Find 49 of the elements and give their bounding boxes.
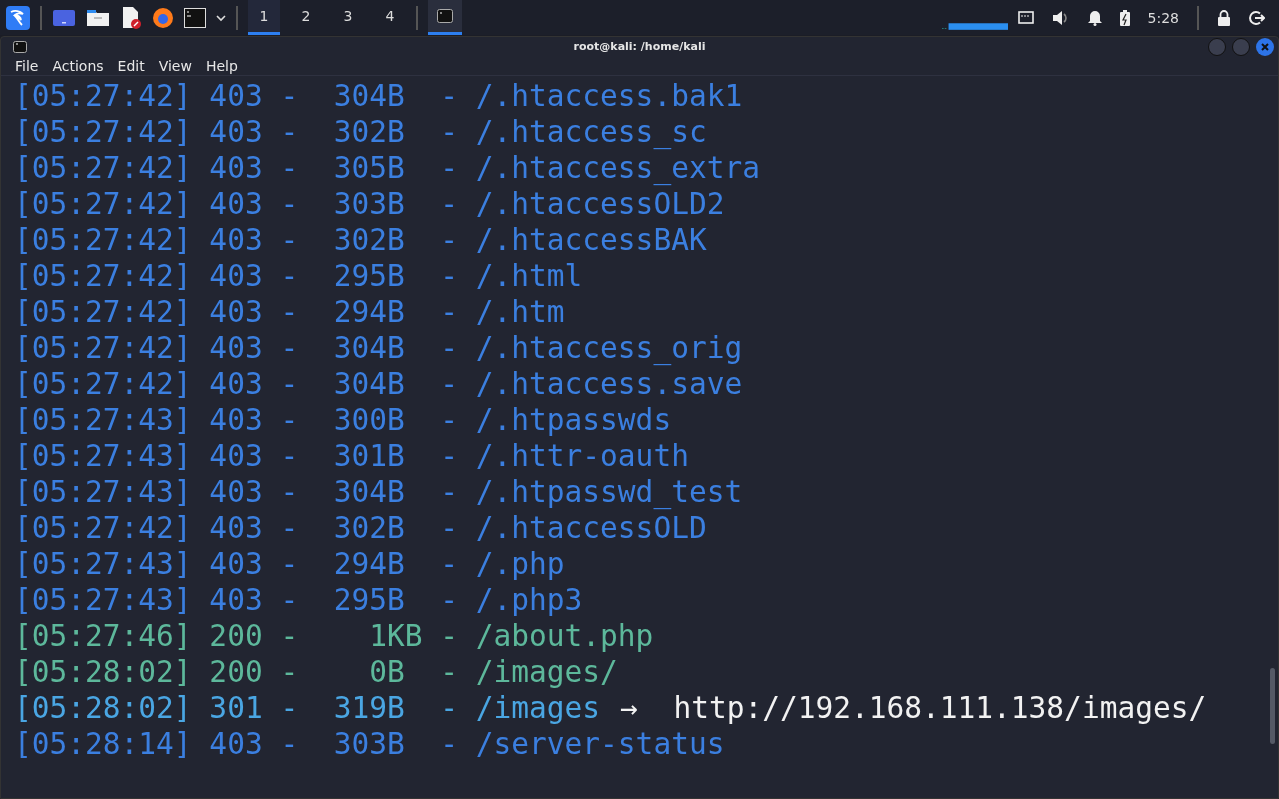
window-title: root@kali: /home/kali xyxy=(573,40,706,54)
workspace-button[interactable]: 3 xyxy=(332,0,364,35)
volume-icon[interactable] xyxy=(1051,9,1070,26)
lock-icon[interactable] xyxy=(1217,9,1231,26)
terminal-line: [05:27:42] 403 - 304B - /.htaccess_orig xyxy=(14,331,743,365)
terminal-line: [05:27:43] 403 - 295B - /.php3 xyxy=(14,583,583,617)
terminal-task-button[interactable] xyxy=(428,0,462,35)
clock[interactable]: 5:28 xyxy=(1147,9,1179,26)
desktop-icon[interactable] xyxy=(52,7,76,28)
terminal-line: [05:27:42] 403 - 302B - /.htaccessBAK xyxy=(14,223,707,257)
terminal-line: [05:28:14] 403 - 303B - /server-status xyxy=(14,727,725,761)
text-editor-icon[interactable] xyxy=(120,5,142,30)
scrollbar[interactable] xyxy=(1270,668,1275,744)
terminal-icon xyxy=(437,9,453,23)
workspace-button[interactable]: 2 xyxy=(290,0,322,35)
terminal-line: [05:27:42] 403 - 305B - /.htaccess_extra xyxy=(14,151,760,185)
terminal-line: [05:27:46] 200 - 1KB - /about.php xyxy=(14,619,654,653)
network-icon[interactable] xyxy=(1017,10,1034,25)
dragon-logo-icon[interactable] xyxy=(6,5,30,30)
logout-icon[interactable] xyxy=(1249,9,1265,26)
terminal-line: [05:28:02] 301 - 319B - /images xyxy=(14,691,601,725)
terminal-line: [05:27:42] 403 - 304B - /.htaccess.bak1 xyxy=(14,79,743,113)
terminal-line: [05:27:43] 403 - 300B - /.htpasswds xyxy=(14,403,672,437)
terminal-line: [05:27:42] 403 - 304B - /.htaccess.save xyxy=(14,367,743,401)
workspace-button[interactable]: 4 xyxy=(374,0,406,35)
chevron-down-icon[interactable] xyxy=(216,13,226,22)
battery-icon[interactable] xyxy=(1119,9,1130,26)
menu-item[interactable]: Edit xyxy=(117,57,145,74)
terminal-icon xyxy=(13,40,27,53)
terminal-line: [05:27:43] 403 - 304B - /.htpasswd_test xyxy=(14,475,743,509)
terminal-line: [05:27:43] 403 - 301B - /.httr-oauth xyxy=(14,439,689,473)
workspace-button[interactable]: 1 xyxy=(248,0,280,35)
redirect-target: → http://192.168.111.138/images/ xyxy=(620,691,1207,725)
bell-icon[interactable] xyxy=(1087,9,1102,26)
terminal-line: [05:27:42] 403 - 302B - /.htaccess_sc xyxy=(14,115,707,149)
menu-item[interactable]: View xyxy=(158,57,192,74)
terminal-line: [05:27:42] 403 - 303B - /.htaccessOLD2 xyxy=(14,187,725,221)
menu-item[interactable]: Help xyxy=(205,57,238,74)
terminal-line: [05:27:42] 403 - 302B - /.htaccessOLD xyxy=(14,511,707,545)
terminal-line: [05:27:42] 403 - 294B - /.htm xyxy=(14,295,565,329)
menu-item[interactable]: Actions xyxy=(52,57,104,74)
terminal-line: [05:27:43] 403 - 294B - /.php xyxy=(14,547,565,581)
close-icon[interactable] xyxy=(1256,37,1274,56)
terminal-line: [05:27:42] 403 - 295B - /.html xyxy=(14,259,583,293)
browser-icon[interactable] xyxy=(152,6,174,29)
terminal-line: [05:28:02] 200 - 0B - /images/ xyxy=(14,655,618,689)
folder-icon[interactable] xyxy=(86,7,110,28)
menu-item[interactable]: File xyxy=(15,57,39,74)
terminal-icon[interactable] xyxy=(184,7,206,28)
